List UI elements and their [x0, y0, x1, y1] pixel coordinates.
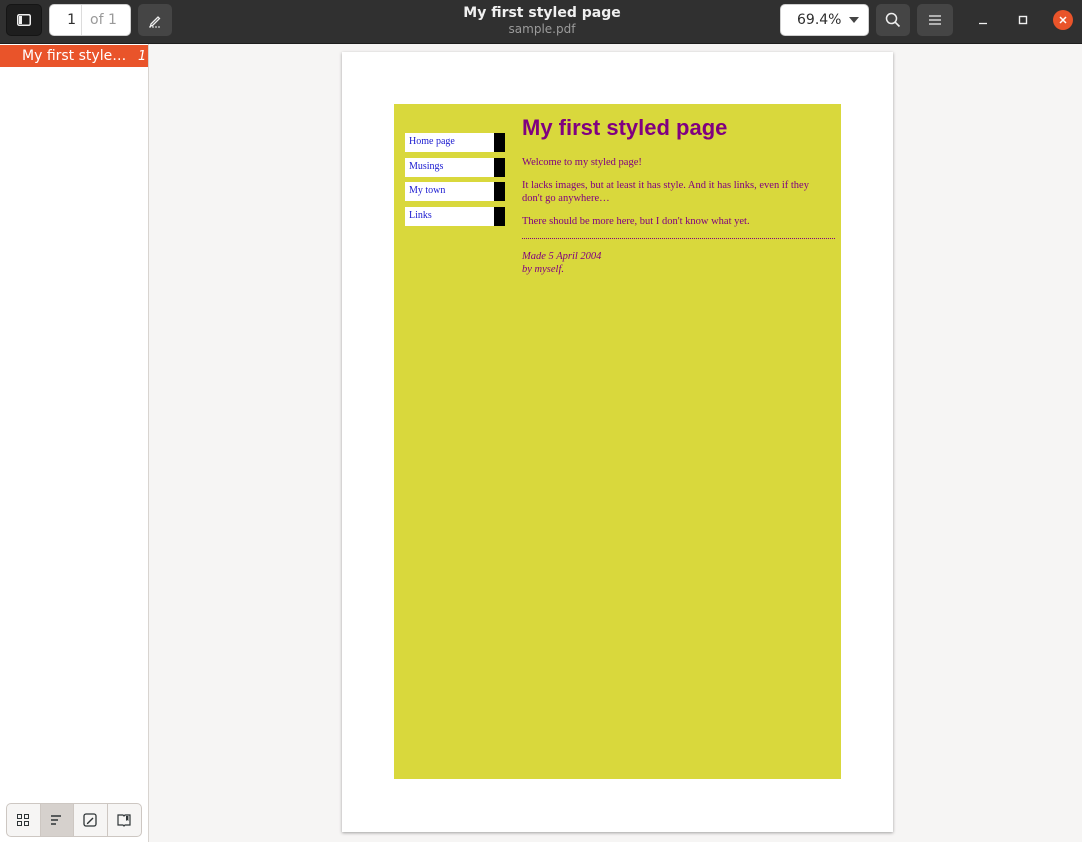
outline-item[interactable]: My first styled page 1: [0, 45, 148, 67]
nav-link-label: Musings: [409, 161, 444, 172]
window-title-block: My first styled page sample.pdf: [392, 4, 692, 36]
signature-line: by myself.: [522, 264, 564, 275]
sidebar-toggle-icon: [17, 14, 31, 26]
document-paragraph: Welcome to my styled page!: [522, 157, 642, 168]
search-icon: [885, 12, 901, 28]
page-total-label: of 1: [90, 12, 117, 28]
annotations-tab[interactable]: [74, 804, 108, 836]
annotations-icon: [83, 813, 97, 827]
outline-item-page: 1: [138, 48, 147, 64]
page-number-entry[interactable]: 1 of 1: [49, 4, 131, 36]
window-title: My first styled page: [463, 5, 621, 21]
document-view[interactable]: Home page Musings My town Links My first…: [150, 44, 1082, 842]
minimize-icon: [979, 22, 987, 25]
outline-item-title: My first styled page: [22, 48, 128, 64]
maximize-button[interactable]: [1013, 10, 1033, 30]
bookmarks-tab[interactable]: [108, 804, 141, 836]
outline-tab[interactable]: [40, 804, 74, 836]
nav-link-label: Home page: [409, 136, 455, 147]
nav-link-label: Links: [409, 210, 432, 221]
thumbnails-tab[interactable]: [7, 804, 41, 836]
nav-link-label: My town: [409, 185, 446, 196]
zoom-dropdown[interactable]: 69.4%: [780, 4, 869, 36]
annotate-pen-icon: [149, 16, 161, 28]
sidebar: My first styled page 1: [0, 44, 149, 842]
nav-link-home[interactable]: Home page: [405, 133, 505, 152]
header-bar: 1 of 1 My first styled page sample.pdf 6…: [0, 0, 1082, 44]
annotate-button[interactable]: [138, 4, 172, 36]
search-button[interactable]: [876, 4, 910, 36]
hamburger-menu-icon: [929, 15, 941, 25]
minimize-button[interactable]: [973, 10, 993, 30]
maximize-icon: [1018, 15, 1028, 25]
zoom-value: 69.4%: [797, 12, 842, 28]
document-paragraph: It lacks images, but at least it has sty…: [522, 180, 809, 204]
close-icon: [1059, 16, 1067, 24]
window-subtitle: sample.pdf: [508, 22, 576, 36]
document-signature: Made 5 April 2004 by myself.: [522, 250, 601, 276]
close-button[interactable]: [1053, 10, 1073, 30]
document-heading: My first styled page: [522, 115, 728, 140]
page-content-area: Home page Musings My town Links My first…: [394, 104, 841, 779]
nav-link-links[interactable]: Links: [405, 207, 505, 226]
thumbnails-grid-icon: [17, 814, 30, 826]
bookmarks-icon: [117, 814, 131, 827]
document-paragraph: There should be more here, but I don't k…: [522, 216, 750, 227]
nav-link-my-town[interactable]: My town: [405, 182, 505, 201]
sidebar-toggle-button[interactable]: [6, 4, 42, 36]
nav-link-musings[interactable]: Musings: [405, 158, 505, 177]
pdf-page: Home page Musings My town Links My first…: [342, 52, 893, 832]
main-menu-button[interactable]: [917, 4, 953, 36]
page-current-input[interactable]: 1: [50, 5, 82, 35]
outline-list-icon: [50, 815, 61, 825]
sidebar-view-switcher: [6, 803, 142, 837]
chevron-down-icon: [849, 17, 859, 23]
signature-line: Made 5 April 2004: [522, 251, 602, 262]
horizontal-rule: [522, 238, 835, 239]
